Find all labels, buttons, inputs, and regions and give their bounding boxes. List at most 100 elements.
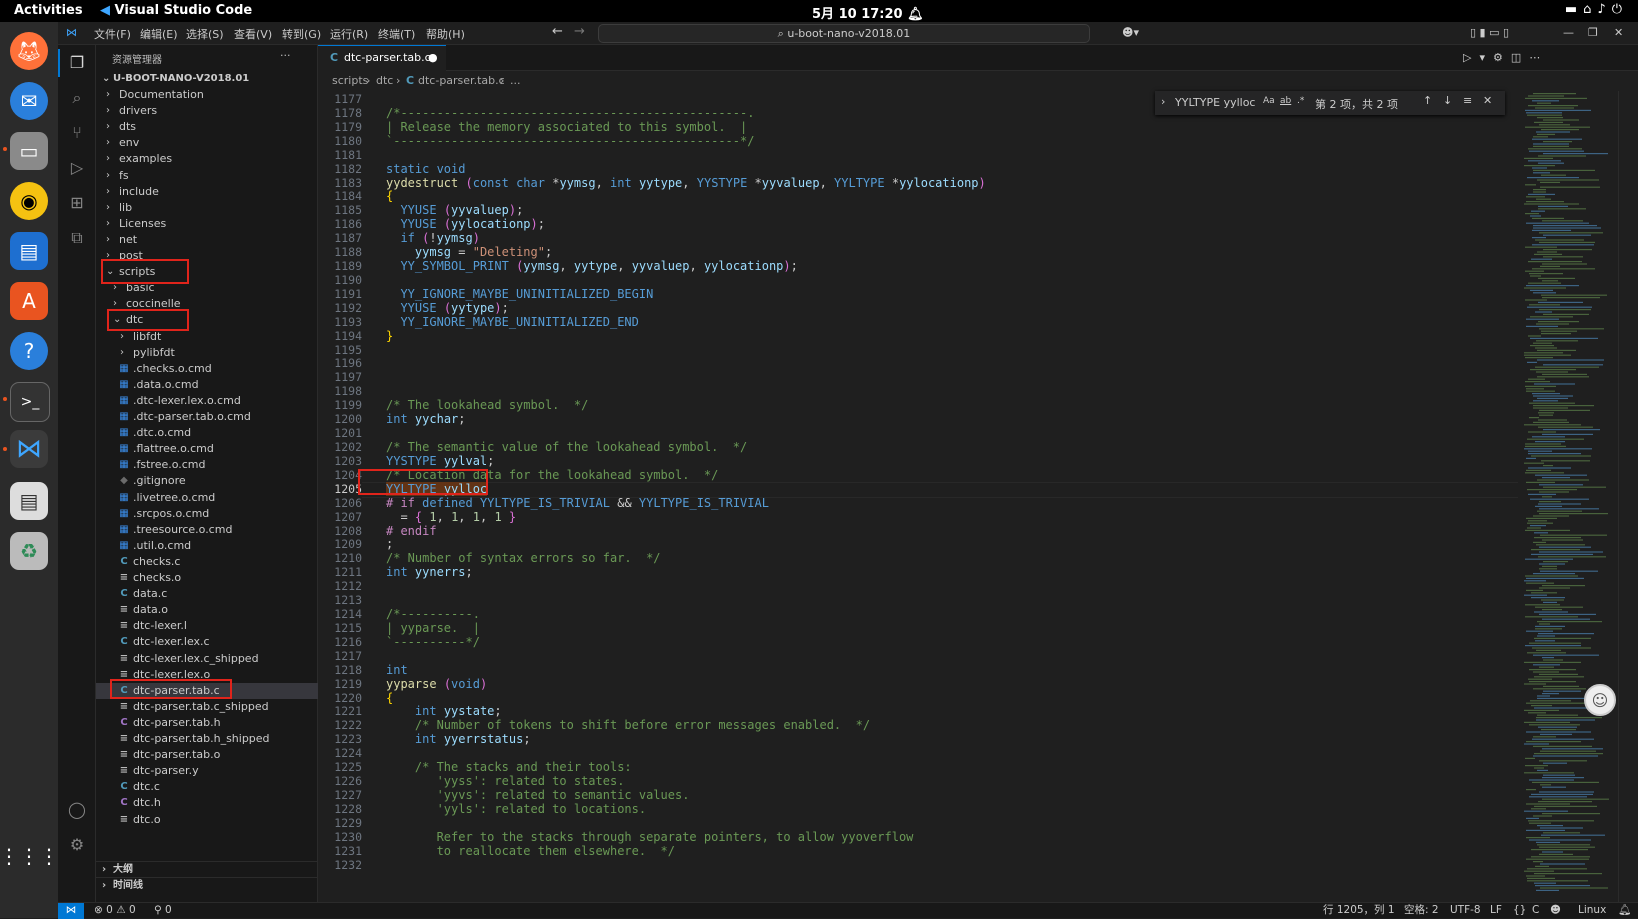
software-icon[interactable]: A: [10, 282, 48, 320]
tree-file[interactable]: ▦ .dtc-lexer.lex.o.cmd: [96, 393, 318, 409]
code-line[interactable]: 'yyvs': related to semantic values.: [386, 788, 690, 802]
code-line[interactable]: static void: [386, 162, 465, 176]
firefox-icon[interactable]: 🦊︎: [10, 32, 48, 70]
tree-file[interactable]: ▦ .data.o.cmd: [96, 377, 318, 393]
code-line[interactable]: YYUSE (yyvaluep);: [386, 203, 523, 217]
code-line[interactable]: int yystate;: [386, 704, 502, 718]
minimap[interactable]: [1520, 91, 1618, 902]
code-line[interactable]: int yychar;: [386, 412, 466, 426]
thunderbird-icon[interactable]: ✉: [10, 82, 48, 120]
tree-file[interactable]: ▦ .dtc-parser.tab.o.cmd: [96, 409, 318, 425]
code-line[interactable]: int yynerrs;: [386, 565, 473, 579]
remote-indicator-icon[interactable]: ⋈: [58, 903, 84, 919]
minimize-icon[interactable]: —: [1563, 26, 1574, 39]
code-line[interactable]: = { 1, 1, 1, 1 }: [386, 510, 516, 524]
code-line[interactable]: | yyparse. |: [386, 621, 480, 635]
code-line[interactable]: yymsg = "Deleting";: [386, 245, 552, 259]
code-line[interactable]: Refer to the stacks through separate poi…: [386, 830, 914, 844]
tree-file[interactable]: ▦ .util.o.cmd: [96, 538, 318, 554]
code-line[interactable]: /* Number of tokens to shift before erro…: [386, 718, 870, 732]
code-line[interactable]: YYSTYPE yylval;: [386, 454, 494, 468]
code-line[interactable]: YY_SYMBOL_PRINT (yymsg, yytype, yyvaluep…: [386, 259, 797, 273]
arrow-down-icon[interactable]: ↓: [1443, 94, 1452, 107]
code-line[interactable]: YYUSE (yytype);: [386, 301, 508, 315]
breadcrumb-file[interactable]: dtc-parser.tab.c: [418, 71, 505, 91]
menu-help[interactable]: 帮助(H): [426, 26, 465, 42]
tree-folder[interactable]: › lib: [96, 200, 318, 216]
ports-indicator[interactable]: ⚲ 0: [154, 903, 172, 918]
breadcrumb-dtc[interactable]: dtc: [376, 71, 393, 91]
arrow-up-icon[interactable]: ↑: [1423, 94, 1432, 107]
tree-file[interactable]: Cdata.c: [96, 586, 318, 602]
explorer-more-button[interactable]: ···: [280, 49, 291, 62]
match-case-toggle[interactable]: Aa: [1263, 96, 1275, 106]
notifications-icon[interactable]: 🔔︎: [1618, 903, 1631, 918]
tree-file[interactable]: ≡ dtc.o: [96, 812, 318, 828]
code-line[interactable]: /* Number of syntax errors so far. */: [386, 551, 661, 565]
help-icon[interactable]: ?: [10, 332, 48, 370]
menu-file[interactable]: 文件(F): [94, 26, 131, 42]
source-control-icon[interactable]: ⑂: [67, 123, 87, 143]
code-line[interactable]: {: [386, 691, 393, 705]
vscode-icon[interactable]: ⋈: [10, 430, 48, 468]
run-debug-icon[interactable]: ▷: [67, 158, 87, 178]
copilot-status-icon[interactable]: ☻: [1550, 903, 1561, 918]
app-menu[interactable]: ◀ Visual Studio Code: [100, 3, 252, 18]
account-icon[interactable]: ◯: [67, 800, 87, 820]
command-center-search[interactable]: ⌕ u-boot-nano-v2018.01: [598, 24, 1090, 43]
close-icon[interactable]: ✕: [1614, 26, 1623, 39]
code-line[interactable]: # if defined YYLTYPE_IS_TRIVIAL && YYLTY…: [386, 496, 769, 510]
tree-file[interactable]: ▦ .dtc.o.cmd: [96, 425, 318, 441]
encoding[interactable]: UTF-8: [1450, 903, 1481, 918]
clock[interactable]: 5月 10 17:20 🔔︎: [812, 3, 924, 22]
tree-folder[interactable]: › net: [96, 232, 318, 248]
editor-actions[interactable]: ▷▾⚙◫⋯: [1463, 51, 1548, 64]
vertical-scrollbar[interactable]: [1618, 91, 1638, 902]
indentation[interactable]: 空格: 2: [1404, 903, 1439, 918]
code-line[interactable]: ;: [386, 537, 393, 551]
code-line[interactable]: yyparse (void): [386, 677, 487, 691]
code-line[interactable]: `---------------------------------------…: [386, 134, 754, 148]
tree-file[interactable]: ▦ .srcpos.o.cmd: [96, 506, 318, 522]
tree-folder[interactable]: › dts: [96, 119, 318, 135]
tree-folder[interactable]: › Documentation: [96, 87, 318, 103]
menu-go[interactable]: 转到(G): [282, 26, 321, 42]
code-line[interactable]: /* The stacks and their tools:: [386, 760, 632, 774]
tree-file[interactable]: ▦ .fstree.o.cmd: [96, 457, 318, 473]
line-ending[interactable]: LF: [1490, 903, 1502, 918]
workspace-root[interactable]: ⌄ U-BOOT-NANO-V2018.01: [96, 71, 318, 87]
tree-file[interactable]: ≡ checks.o: [96, 570, 318, 586]
code-line[interactable]: YYUSE (yylocationp);: [386, 217, 545, 231]
tree-folder[interactable]: › drivers: [96, 103, 318, 119]
tree-file[interactable]: ≡ dtc-lexer.l: [96, 618, 318, 634]
tree-folder[interactable]: › include: [96, 184, 318, 200]
whole-word-toggle[interactable]: ab: [1280, 96, 1291, 106]
copilot-icon[interactable]: ☻▾: [1122, 26, 1139, 39]
tree-folder[interactable]: › env: [96, 135, 318, 151]
disk-icon[interactable]: ▤: [10, 482, 48, 520]
code-line[interactable]: | Release the memory associated to this …: [386, 120, 747, 134]
tree-file[interactable]: ≡ dtc-lexer.lex.c_shipped: [96, 651, 318, 667]
tree-file[interactable]: Cchecks.c: [96, 554, 318, 570]
tab-dtc-parser[interactable]: C dtc-parser.tab.c ●: [318, 45, 446, 72]
tree-file[interactable]: ≡ data.o: [96, 602, 318, 618]
tree-file[interactable]: ≡ dtc-parser.y: [96, 763, 318, 779]
tree-file[interactable]: ▦ .checks.o.cmd: [96, 361, 318, 377]
layout-toggle-icons[interactable]: ▯ ▮ ▭ ▯: [1470, 26, 1509, 39]
code-line[interactable]: # endif: [386, 524, 437, 538]
tree-folder[interactable]: › pylibfdt: [96, 345, 318, 361]
timeline-section[interactable]: › 时间线: [96, 877, 318, 894]
braces-icon[interactable]: {}: [1513, 903, 1526, 918]
code-line[interactable]: /*--------------------------------------…: [386, 106, 754, 120]
tree-file[interactable]: Cdtc-lexer.lex.c: [96, 634, 318, 650]
close-icon[interactable]: ✕: [1483, 94, 1492, 107]
unsaved-dot-icon[interactable]: ●: [428, 46, 438, 70]
files-icon[interactable]: ▭: [10, 132, 48, 170]
menu-run[interactable]: 运行(R): [330, 26, 368, 42]
tree-folder[interactable]: › examples: [96, 151, 318, 167]
cursor-position[interactable]: 行 1205，列 1: [1323, 903, 1395, 918]
rhythmbox-icon[interactable]: ◉: [10, 182, 48, 220]
system-tray[interactable]: ▬⌂♪⏻: [1565, 2, 1628, 17]
avatar[interactable]: ☺: [1584, 684, 1616, 716]
menu-edit[interactable]: 编辑(E): [140, 26, 178, 42]
